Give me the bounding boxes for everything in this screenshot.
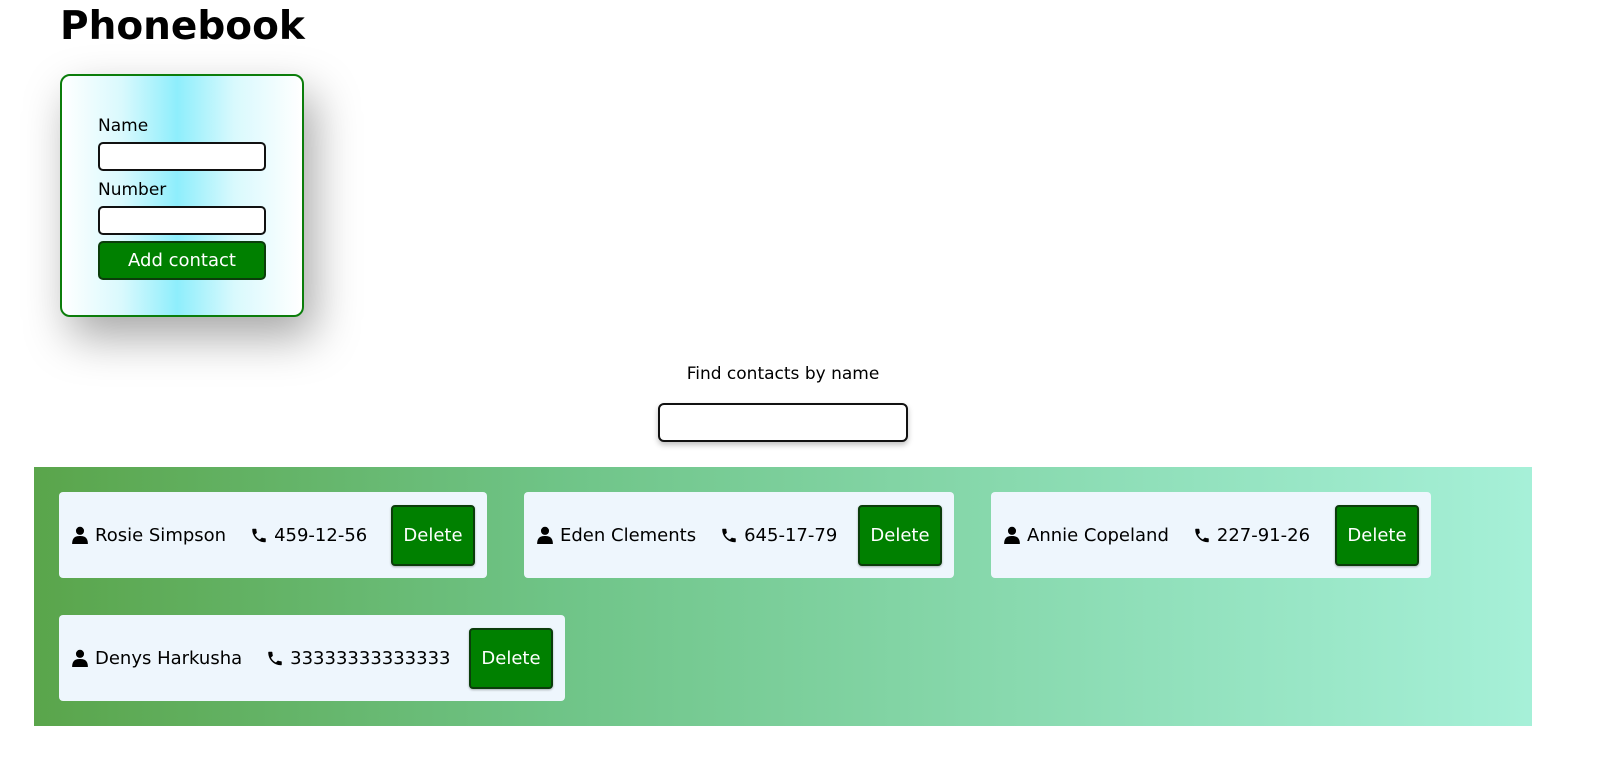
number-input[interactable] <box>98 206 266 235</box>
contact-name: Denys Harkusha <box>95 647 243 669</box>
contact-name: Eden Clements <box>560 524 697 546</box>
user-icon <box>71 649 89 667</box>
user-icon <box>1003 526 1021 544</box>
phone-icon <box>1193 526 1211 544</box>
user-icon <box>536 526 554 544</box>
phone-icon <box>720 526 738 544</box>
phone-icon <box>250 526 268 544</box>
contact-list: Rosie Simpson 459-12-56 Delete Eden Clem… <box>34 467 1532 726</box>
contact-number: 33333333333333 <box>290 647 451 669</box>
filter-label: Find contacts by name <box>686 364 880 384</box>
page-title: Phonebook <box>60 4 305 49</box>
name-input[interactable] <box>98 142 266 171</box>
contact-number: 227-91-26 <box>1216 524 1311 546</box>
phone-icon <box>266 649 284 667</box>
contact-number: 459-12-56 <box>274 524 368 546</box>
contact-item: Rosie Simpson 459-12-56 Delete <box>59 492 487 578</box>
add-contact-form: Name Number Add contact <box>60 74 304 317</box>
contact-item: Denys Harkusha 33333333333333 Delete <box>59 615 565 701</box>
number-label: Number <box>98 180 167 200</box>
contact-number: 645-17-79 <box>744 524 838 546</box>
delete-button[interactable]: Delete <box>469 627 553 689</box>
contact-item: Eden Clements 645-17-79 Delete <box>524 492 954 578</box>
delete-button[interactable]: Delete <box>1335 504 1419 566</box>
contact-name: Annie Copeland <box>1027 524 1169 546</box>
add-contact-button[interactable]: Add contact <box>98 241 266 280</box>
contact-name: Rosie Simpson <box>95 524 227 546</box>
user-icon <box>71 526 89 544</box>
delete-button[interactable]: Delete <box>391 504 475 566</box>
delete-button[interactable]: Delete <box>858 504 942 566</box>
name-label: Name <box>98 116 149 136</box>
filter-input[interactable] <box>658 403 908 442</box>
contact-item: Annie Copeland 227-91-26 Delete <box>991 492 1431 578</box>
